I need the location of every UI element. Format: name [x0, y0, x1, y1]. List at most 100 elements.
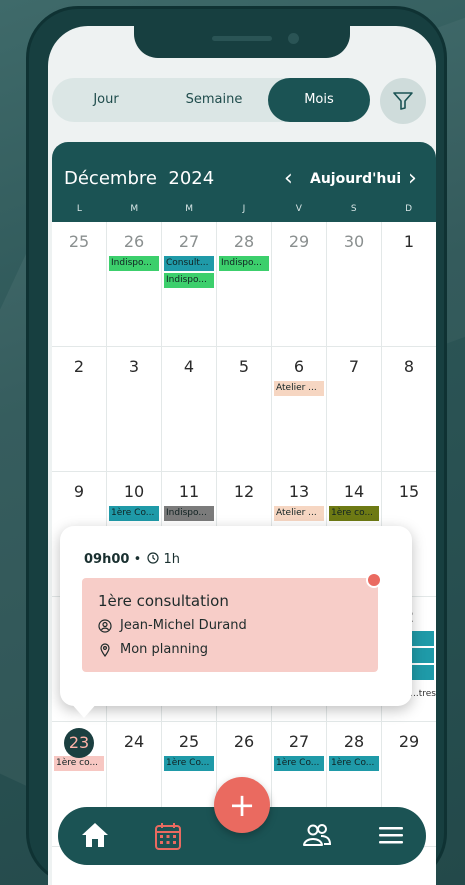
- day-number: 8: [403, 357, 415, 376]
- day-number: 26: [123, 232, 145, 251]
- day-number: 13: [288, 482, 310, 501]
- weekday-header: L M M J V S D: [52, 204, 436, 214]
- calendar-event[interactable]: 1ère Co...: [329, 756, 379, 771]
- phone-notch: [134, 26, 350, 58]
- today-button[interactable]: Aujourd'hui: [310, 171, 401, 187]
- calendar-event[interactable]: Indispo...: [109, 256, 159, 271]
- calendar-event[interactable]: 1ère Co...: [274, 756, 324, 771]
- calendar-day-cell[interactable]: 4: [162, 347, 217, 471]
- clock-icon: [147, 552, 159, 564]
- day-number: 5: [238, 357, 250, 376]
- users-icon[interactable]: [302, 822, 332, 852]
- calendar-day-cell[interactable]: 8: [382, 347, 436, 471]
- month-calendar: Décembre 2024 ‹ Aujourd'hui › L M M J V …: [52, 142, 436, 885]
- calendar-event[interactable]: 1ère co...: [329, 506, 379, 521]
- day-number: 23: [52, 728, 106, 758]
- calendar-icon[interactable]: [154, 821, 182, 855]
- calendar-event[interactable]: Atelier ...: [274, 506, 324, 521]
- calendar-event[interactable]: Atelier ...: [274, 381, 324, 396]
- day-number: 28: [343, 732, 365, 751]
- day-number: 15: [398, 482, 420, 501]
- event-card[interactable]: 1ère consultation Jean-Michel Durand Mon…: [82, 578, 378, 672]
- day-number: 2: [73, 357, 85, 376]
- day-number: 25: [68, 232, 90, 251]
- add-event-button[interactable]: +: [214, 777, 270, 833]
- camera: [288, 33, 299, 44]
- event-client: Jean-Michel Durand: [120, 618, 247, 633]
- view-day-tab[interactable]: Jour: [52, 78, 160, 122]
- day-number: 29: [288, 232, 310, 251]
- event-planning-row: Mon planning: [98, 642, 208, 657]
- calendar-header: Décembre 2024 ‹ Aujourd'hui › L M M J V …: [52, 142, 436, 222]
- event-popup: 09h00 • 1h 1ère consultation Jean-Michel…: [60, 526, 412, 706]
- filter-button[interactable]: [380, 78, 426, 124]
- weekday-label: M: [130, 204, 139, 214]
- day-number: 29: [398, 732, 420, 751]
- event-time: 09h00 • 1h: [84, 552, 181, 567]
- weekday-label: L: [76, 204, 82, 214]
- chevron-left-icon[interactable]: ‹: [284, 166, 293, 191]
- day-number: 30: [343, 232, 365, 251]
- calendar-day-cell[interactable]: 6 Atelier ...: [272, 347, 327, 471]
- calendar-day-cell[interactable]: 25: [52, 222, 107, 346]
- home-icon[interactable]: [80, 821, 110, 853]
- more-events-link[interactable]: ...tres: [410, 689, 436, 699]
- speaker: [212, 36, 272, 41]
- calendar-day-cell[interactable]: 3: [107, 347, 162, 471]
- day-number: 9: [73, 482, 85, 501]
- app-screen: Jour Semaine Mois Décembre 2024 ‹ Aujour…: [48, 26, 436, 885]
- day-number: 28: [233, 232, 255, 251]
- today-indicator: 23: [64, 728, 94, 758]
- day-number: 27: [178, 232, 200, 251]
- day-number: 24: [123, 732, 145, 751]
- calendar-event[interactable]: Indispo...: [164, 273, 214, 288]
- day-number: 1: [403, 232, 415, 251]
- calendar-day-cell[interactable]: 28 Indispo...: [217, 222, 272, 346]
- calendar-event[interactable]: 1ère Co...: [109, 506, 159, 521]
- event-title: 1ère consultation: [98, 592, 229, 610]
- event-planning: Mon planning: [120, 642, 208, 657]
- month-year-label: Décembre 2024: [64, 168, 215, 189]
- calendar-day-cell[interactable]: 30: [327, 222, 382, 346]
- calendar-day-cell[interactable]: 5: [217, 347, 272, 471]
- day-number: 6: [293, 357, 305, 376]
- view-switcher: Jour Semaine Mois: [52, 78, 370, 122]
- view-month-tab[interactable]: Mois: [268, 78, 370, 122]
- day-number: 12: [233, 482, 255, 501]
- calendar-week-row: 25 26 Indispo... 27 Consult... Indispo... 28 In…: [52, 222, 436, 347]
- calendar-day-cell[interactable]: 1: [382, 222, 436, 346]
- weekday-label: S: [350, 204, 357, 214]
- calendar-day-cell[interactable]: 7: [327, 347, 382, 471]
- day-number: 3: [128, 357, 140, 376]
- calendar-day-cell[interactable]: 27 Consult... Indispo...: [162, 222, 217, 346]
- event-client-row: Jean-Michel Durand: [98, 618, 247, 633]
- chevron-right-icon[interactable]: ›: [408, 166, 417, 191]
- calendar-day-cell[interactable]: 26 Indispo...: [107, 222, 162, 346]
- weekday-label: D: [405, 204, 413, 214]
- calendar-event[interactable]: Indispo...: [164, 506, 214, 521]
- calendar-day-cell[interactable]: 2: [52, 347, 107, 471]
- day-number: 14: [343, 482, 365, 501]
- location-pin-icon: [100, 642, 110, 657]
- day-number: 11: [178, 482, 200, 501]
- calendar-day-cell[interactable]: 29: [272, 222, 327, 346]
- weekday-label: V: [295, 204, 302, 214]
- weekday-label: J: [242, 204, 246, 214]
- weekday-label: M: [185, 204, 194, 214]
- calendar-event[interactable]: 1ère Co...: [164, 756, 214, 771]
- view-week-tab[interactable]: Semaine: [160, 78, 268, 122]
- calendar-week-row: 2 3 4 5 6 Atelier ... 7 8: [52, 347, 436, 472]
- popup-pointer: [70, 702, 98, 718]
- calendar-event[interactable]: Indispo...: [219, 256, 269, 271]
- day-number: 25: [178, 732, 200, 751]
- day-number: 4: [183, 357, 195, 376]
- calendar-event[interactable]: Consult...: [164, 256, 214, 271]
- menu-icon[interactable]: [378, 825, 404, 849]
- event-color-dot: [366, 572, 382, 588]
- day-number: 27: [288, 732, 310, 751]
- day-number: 10: [123, 482, 145, 501]
- user-icon: [98, 618, 112, 633]
- day-number: 26: [233, 732, 255, 751]
- calendar-event[interactable]: 1ère co...: [54, 756, 104, 771]
- filter-icon: [393, 92, 413, 110]
